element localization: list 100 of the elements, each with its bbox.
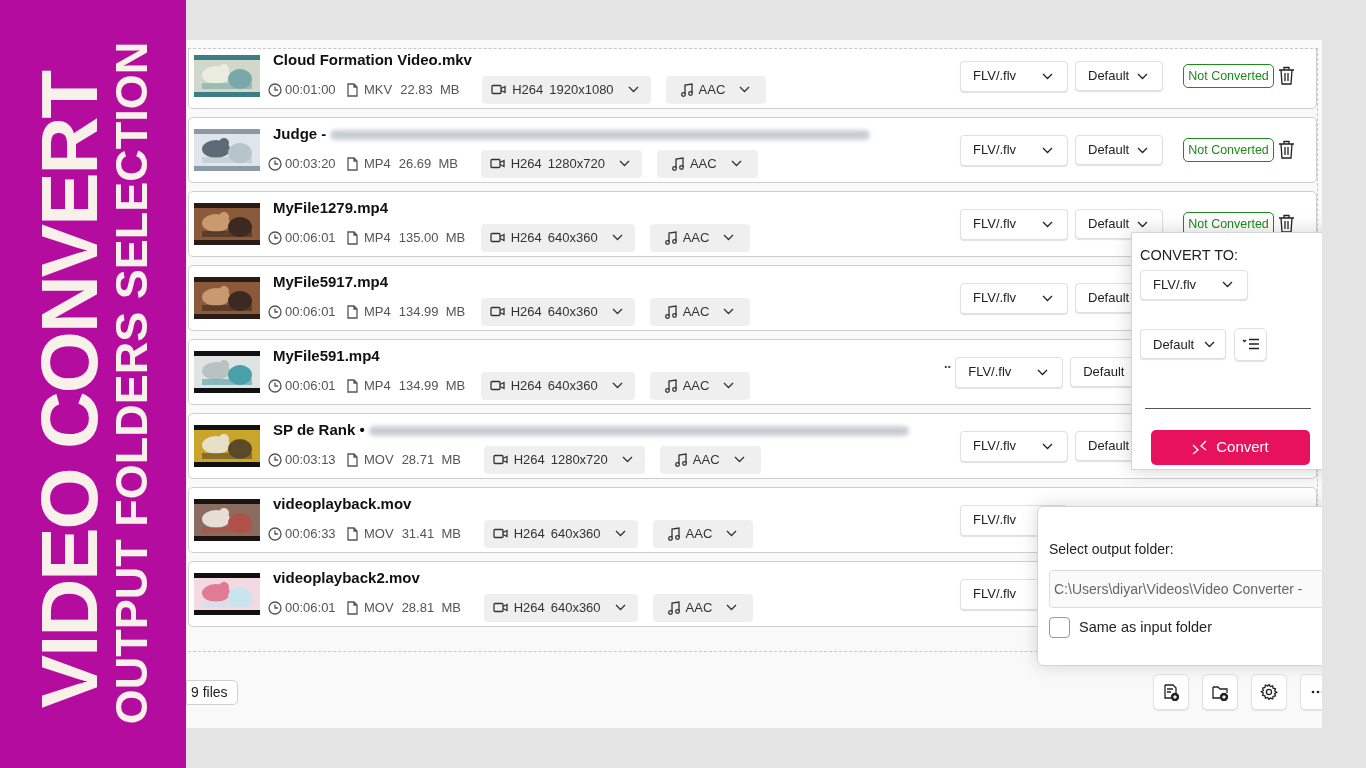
duration: 00:06:01 [285,377,337,395]
duration: 00:06:01 [285,303,337,321]
delete-button[interactable] [1277,66,1295,86]
video-dropdown[interactable]: H264 640x360 [480,223,635,252]
file-icon [347,82,358,97]
file-icon [347,304,358,319]
file-format: MOV [364,525,394,543]
file-size: 135.00 MB [398,229,467,247]
format-dropdown[interactable]: FLV/.flv [960,430,1068,462]
banner-subtitle: OUTPUT FOLDERS SELECTION [108,41,154,725]
convert-button[interactable]: Convert [1151,429,1310,465]
format-dropdown[interactable]: FLV/.flv [1140,269,1248,300]
delete-button[interactable] [1277,140,1295,160]
video-camera-icon [489,380,505,392]
video-dropdown[interactable]: H264 640x360 [480,371,635,400]
settings-button[interactable] [1251,674,1287,710]
same-as-input-checkbox[interactable]: Same as input folder [1049,617,1212,639]
chevron-down-icon [1042,294,1053,302]
file-size: 26.69 MB [398,155,459,173]
duration: 00:06:01 [285,599,337,617]
music-note-icon [680,82,693,97]
file-size: 22.83 MB [400,81,461,99]
audio-dropdown[interactable]: AAC [649,297,751,326]
video-dropdown[interactable]: H264 1280x720 [483,445,645,474]
quality-dropdown[interactable]: Default [1075,135,1164,165]
file-icon [347,452,358,467]
file-icon [347,156,358,171]
chevron-down-icon [1222,281,1233,289]
file-icon [347,600,358,615]
clock-icon [268,82,282,97]
audio-dropdown[interactable]: AAC [649,223,751,252]
options-button[interactable] [1234,327,1267,361]
chevron-down-icon [611,382,623,390]
music-note-icon [667,526,680,541]
clock-icon [268,600,282,615]
clock-icon [268,230,282,245]
convert-icon [1192,439,1208,455]
file-size: 28.71 MB [401,451,462,469]
video-dropdown[interactable]: H264 1280x720 [480,149,642,178]
add-folder-button[interactable] [1202,674,1238,710]
file-icon [347,230,358,245]
format-dropdown[interactable]: FLV/.flv [960,208,1068,240]
audio-dropdown[interactable]: AAC [649,371,751,400]
quality-dropdown[interactable]: Default [1140,329,1226,360]
chevron-down-icon [1042,442,1053,450]
chevron-down-icon [614,604,626,612]
file-size: 134.99 MB [398,303,467,321]
file-name: MyFile1279.mp4 [273,198,389,219]
video-camera-icon [489,306,505,318]
format-dropdown[interactable]: FLV/.flv [960,60,1068,92]
video-camera-icon [492,528,508,540]
audio-dropdown[interactable]: AAC [659,445,761,474]
file-name: videoplayback.mov [273,494,412,515]
file-name: MyFile5917.mp4 [273,272,389,293]
list-icon [1241,338,1260,351]
format-dropdown[interactable]: FLV/.flv [960,134,1068,166]
chevron-down-icon [726,530,738,538]
audio-dropdown[interactable]: AAC [652,593,754,622]
video-dropdown[interactable]: H264 640x360 [480,297,635,326]
file-size: 31.41 MB [401,525,462,543]
file-icon [347,526,358,541]
folder-path-field[interactable]: C:\Users\diyar\Videos\Video Converter - [1049,570,1322,608]
duration: 00:01:00 [285,81,337,99]
duration: 00:03:13 [285,451,337,469]
video-dropdown[interactable]: H264 1920x1080 [482,75,651,104]
more-icon [1311,690,1322,694]
chevron-down-icon [1042,220,1053,228]
file-name: Cloud Formation Video.mkv [273,50,472,71]
file-format: MP4 [364,377,391,395]
video-dropdown[interactable]: H264 640x360 [483,593,638,622]
delete-button[interactable] [1277,214,1295,234]
add-file-icon [1162,683,1180,701]
trash-icon [1277,140,1295,160]
chevron-down-icon [1137,72,1149,80]
status-badge: Not Converted [1183,138,1274,162]
format-dropdown[interactable]: FLV/.flv [955,356,1064,388]
quality-dropdown[interactable]: Default [1075,209,1164,239]
chevron-down-icon [739,86,751,94]
file-format: MOV [364,451,394,469]
file-format: MP4 [364,229,391,247]
status-badge: Not Converted [1183,64,1274,88]
audio-dropdown[interactable]: AAC [656,149,758,178]
music-note-icon [664,230,677,245]
clock-icon [268,526,282,541]
video-dropdown[interactable]: H264 640x360 [483,519,638,548]
format-dropdown[interactable]: FLV/.flv [960,282,1068,314]
music-note-icon [664,304,677,319]
quality-dropdown[interactable]: Default [1075,61,1164,91]
add-file-button[interactable] [1153,674,1189,710]
field-label: Select output folder: [1049,540,1174,559]
music-note-icon [674,452,687,467]
file-format: MOV [364,599,394,617]
clock-icon [268,304,282,319]
chevron-down-icon [733,456,745,464]
audio-dropdown[interactable]: AAC [652,519,754,548]
chevron-down-icon [730,160,742,168]
audio-dropdown[interactable]: AAC [665,75,767,104]
file-count-button[interactable]: 9 files [186,679,238,705]
music-note-icon [667,600,680,615]
clock-icon [268,452,282,467]
